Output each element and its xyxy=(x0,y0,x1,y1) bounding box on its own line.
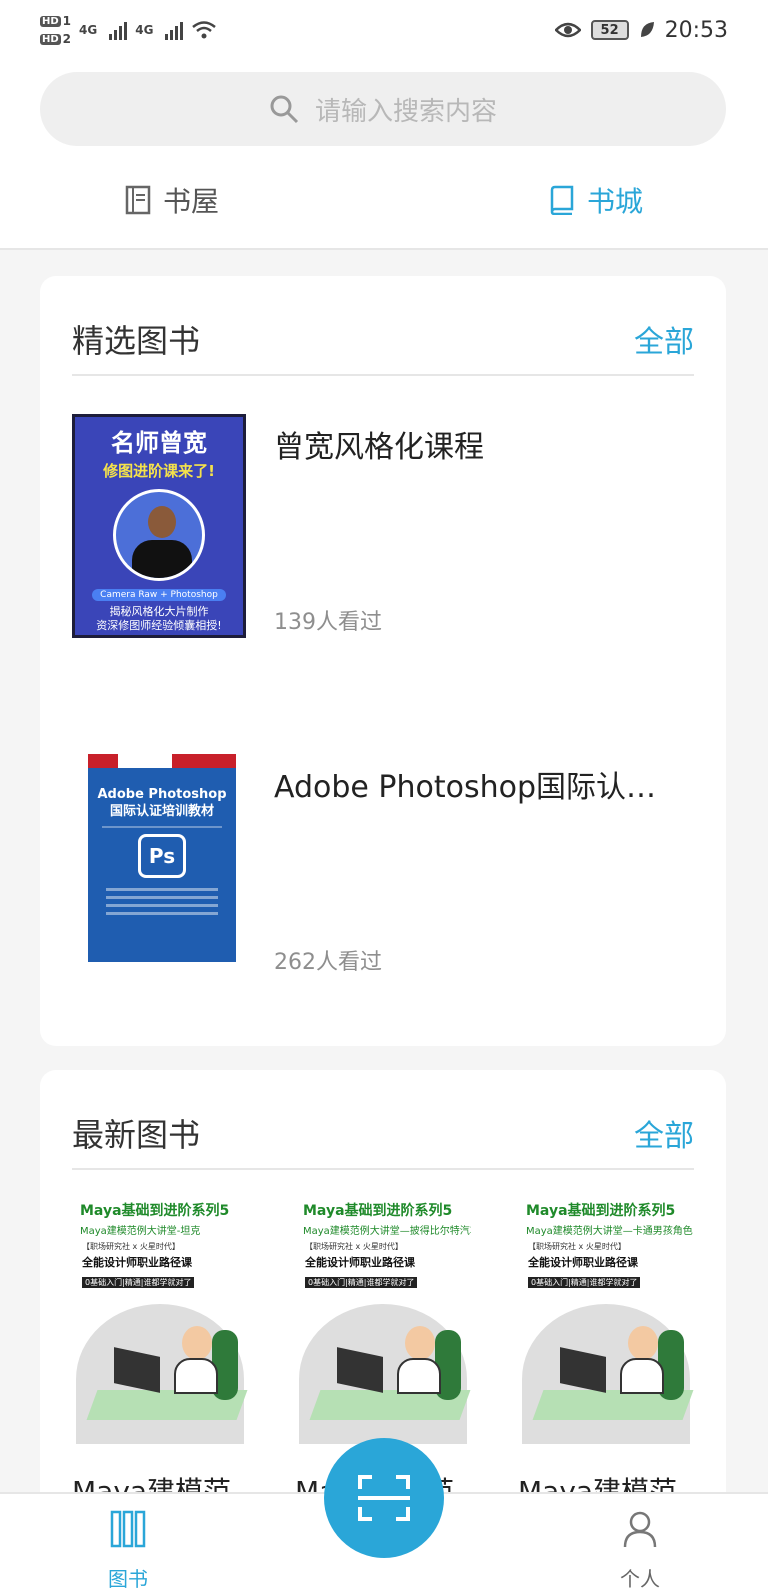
signal-2-icon xyxy=(165,20,184,40)
cover-series: Maya基础到进阶系列5 xyxy=(303,1203,453,1219)
featured-books-all-link[interactable]: 全部 xyxy=(634,317,694,361)
book-cover-image: Maya基础到进阶系列5 Maya建模范例大讲堂-坦克 【职场研究社 x 火星时… xyxy=(72,1194,248,1444)
cover-course: 全能设计师职业路径课 xyxy=(305,1256,415,1269)
book-cover-image: Maya基础到进阶系列5 Maya建模范例大讲堂—卡通男孩角色 【职场研究社 x… xyxy=(518,1194,694,1444)
cover-slogan: 0基础入门|精通|谁都学就对了 xyxy=(305,1277,418,1288)
nav-profile[interactable]: 个人 xyxy=(580,1510,700,1592)
cover-tag: 【职场研究社 x 火星时代】 xyxy=(305,1242,403,1251)
hd-2-badge: HD 2 xyxy=(40,32,71,46)
scan-icon xyxy=(358,1475,410,1521)
featured-books-header: 精选图书 全部 xyxy=(72,304,694,376)
tab-book-store-label: 书城 xyxy=(586,185,643,218)
cover-subtitle: Maya建模范例大讲堂-坦克 xyxy=(80,1226,201,1237)
scan-button[interactable] xyxy=(324,1438,444,1558)
leaf-icon xyxy=(640,22,654,37)
cover-subheadline: 国际认证培训教材 xyxy=(109,804,214,819)
hd-1-sub: 1 xyxy=(62,14,72,28)
tab-book-shelf-label: 书屋 xyxy=(162,185,219,218)
book-title: Adobe Photoshop国际认… xyxy=(274,770,657,805)
cover-tag: 【职场研究社 x 火星时代】 xyxy=(528,1242,626,1251)
featured-books-title: 精选图书 xyxy=(72,322,201,360)
book-cover-image: Adobe Photoshop 国际认证培训教材 Ps xyxy=(88,754,236,962)
search-icon xyxy=(270,95,299,124)
nav-books[interactable]: 图书 xyxy=(68,1510,188,1592)
search-input[interactable]: 请输入搜索内容 xyxy=(40,72,726,146)
eye-icon xyxy=(554,22,581,38)
latest-books-header: 最新图书 全部 xyxy=(72,1098,694,1170)
latest-books-title: 最新图书 xyxy=(72,1116,201,1154)
cover-tag: 【职场研究社 x 火星时代】 xyxy=(82,1242,180,1251)
cover-portrait xyxy=(113,489,205,581)
cover-course: 全能设计师职业路径课 xyxy=(82,1256,192,1269)
cover-pill: Camera Raw + Photoshop xyxy=(92,589,226,601)
books-icon xyxy=(110,1510,146,1548)
tab-book-store[interactable]: 书城 xyxy=(384,170,768,230)
wifi-icon xyxy=(192,21,217,39)
cover-series: Maya基础到进阶系列5 xyxy=(526,1203,676,1219)
search-placeholder: 请输入搜索内容 xyxy=(314,96,497,127)
hd-1-badge: HD 1 xyxy=(40,14,71,28)
hd-1-label: HD xyxy=(40,15,61,27)
cover-subheadline: 修图进阶课来了! xyxy=(103,462,215,480)
top-tabs: 书屋 书城 xyxy=(0,170,768,230)
clock: 20:53 xyxy=(664,17,728,43)
nav-profile-label: 个人 xyxy=(620,1567,660,1591)
featured-book-item[interactable]: Adobe Photoshop 国际认证培训教材 Ps Adobe Photos… xyxy=(72,754,694,994)
signal-1-icon xyxy=(109,20,128,40)
cover-series: Maya基础到进阶系列5 xyxy=(80,1203,230,1219)
featured-book-item[interactable]: 名师曾宽 修图进阶课来了! Camera Raw + Photoshop 揭秘风… xyxy=(72,414,694,654)
header: 请输入搜索内容 书屋 书城 xyxy=(0,60,768,250)
network-2-label: 4G xyxy=(135,23,154,37)
cover-subtitle: Maya建模范例大讲堂—披得比尔特汽车 xyxy=(303,1226,471,1237)
cover-slogan: 0基础入门|精通|谁都学就对了 xyxy=(528,1277,641,1288)
cover-slogan: 0基础入门|精通|谁都学就对了 xyxy=(82,1277,195,1288)
latest-book-item[interactable]: Maya基础到进阶系列5 Maya建模范例大讲堂-坦克 【职场研究社 x 火星时… xyxy=(72,1194,248,1510)
book-store-icon xyxy=(550,185,574,215)
cover-headline: Adobe Photoshop xyxy=(97,787,227,802)
book-cover-image: 名师曾宽 修图进阶课来了! Camera Raw + Photoshop 揭秘风… xyxy=(72,414,246,638)
book-view-count: 262人看过 xyxy=(274,950,382,975)
cover-course: 全能设计师职业路径课 xyxy=(528,1256,638,1269)
network-1-label: 4G xyxy=(79,23,98,37)
book-title: 曾宽风格化课程 xyxy=(274,430,484,465)
hd-2-label: HD xyxy=(40,33,61,45)
book-shelf-icon xyxy=(125,185,151,215)
photoshop-logo-icon: Ps xyxy=(138,834,186,878)
cover-headline: 名师曾宽 xyxy=(111,429,207,457)
featured-books-card: 精选图书 全部 名师曾宽 修图进阶课来了! Camera Raw + Photo… xyxy=(40,276,726,1046)
nav-books-label: 图书 xyxy=(108,1567,148,1591)
cover-subtitle: Maya建模范例大讲堂—卡通男孩角色 xyxy=(526,1226,693,1237)
status-bar: HD 1 HD 2 4G 4G 52 20:53 xyxy=(0,0,768,60)
hd-2-sub: 2 xyxy=(62,32,72,46)
cover-footer-2: 资深修图师经验倾囊相授! xyxy=(96,619,222,632)
book-view-count: 139人看过 xyxy=(274,610,382,635)
tab-book-shelf[interactable]: 书屋 xyxy=(0,170,384,230)
latest-books-all-link[interactable]: 全部 xyxy=(634,1111,694,1155)
person-icon xyxy=(623,1511,657,1548)
cover-footer-1: 揭秘风格化大片制作 xyxy=(109,605,209,618)
status-left: HD 1 HD 2 4G 4G xyxy=(40,14,217,46)
hd-indicators: HD 1 HD 2 xyxy=(40,14,71,46)
status-right: 52 20:53 xyxy=(554,17,728,43)
battery-indicator: 52 xyxy=(590,20,629,40)
latest-book-item[interactable]: Maya基础到进阶系列5 Maya建模范例大讲堂—卡通男孩角色 【职场研究社 x… xyxy=(518,1194,694,1510)
book-cover-image: Maya基础到进阶系列5 Maya建模范例大讲堂—披得比尔特汽车 【职场研究社 … xyxy=(295,1194,471,1444)
